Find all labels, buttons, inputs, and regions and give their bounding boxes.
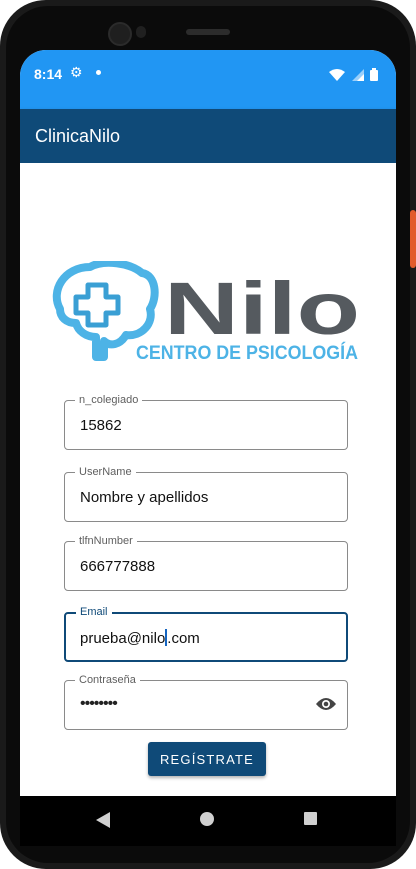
system-nav-bar bbox=[20, 796, 396, 846]
settings-gear-icon: ⚙ bbox=[70, 64, 83, 80]
battery-icon bbox=[370, 68, 378, 82]
status-bar: 8:14 ⚙ bbox=[20, 50, 396, 109]
notification-dot-icon bbox=[96, 70, 101, 75]
front-camera bbox=[108, 22, 132, 46]
home-icon[interactable] bbox=[200, 812, 214, 826]
n-colegiado-value: 15862 bbox=[80, 417, 122, 434]
status-time: 8:14 bbox=[34, 66, 63, 82]
earpiece-speaker bbox=[186, 29, 230, 35]
username-field[interactable]: UserName Nombre y apellidos bbox=[64, 465, 348, 522]
n-colegiado-field[interactable]: n_colegiado 15862 bbox=[64, 393, 348, 450]
email-field[interactable]: Email prueba@nilo .com bbox=[64, 605, 348, 662]
n-colegiado-label: n_colegiado bbox=[75, 393, 143, 407]
recents-icon[interactable] bbox=[304, 812, 317, 825]
app-bar: ClinicaNilo bbox=[20, 109, 396, 163]
nilo-logo: Nilo CENTRO DE PSICOLOGÍA bbox=[52, 261, 360, 361]
password-value: •••••••• bbox=[80, 695, 118, 712]
power-button bbox=[410, 210, 416, 268]
phone-value: 666777888 bbox=[80, 558, 156, 575]
phone-field[interactable]: tlfnNumber 666777888 bbox=[64, 534, 348, 591]
password-field[interactable]: Contraseña •••••••• bbox=[64, 673, 348, 730]
register-form: Nilo CENTRO DE PSICOLOGÍA n_colegiado 15… bbox=[20, 163, 396, 796]
signal-icon bbox=[351, 68, 364, 81]
logo-brand: Nilo bbox=[164, 267, 360, 350]
phone-label: tlfnNumber bbox=[75, 534, 137, 548]
front-sensor bbox=[136, 26, 146, 38]
email-value: prueba@nilo .com bbox=[80, 629, 200, 647]
username-label: UserName bbox=[75, 465, 136, 479]
logo-tagline: CENTRO DE PSICOLOGÍA bbox=[136, 342, 358, 361]
eye-icon[interactable] bbox=[315, 696, 337, 712]
device-frame: 8:14 ⚙ ClinicaNilo Nilo CENTRO DE PSICOL… bbox=[0, 0, 416, 869]
app-title: ClinicaNilo bbox=[35, 126, 121, 146]
username-value: Nombre y apellidos bbox=[80, 489, 209, 506]
email-value-after-cursor: .com bbox=[167, 630, 200, 647]
wifi-icon bbox=[329, 68, 346, 81]
back-icon[interactable] bbox=[96, 812, 110, 828]
screen: 8:14 ⚙ ClinicaNilo Nilo CENTRO DE PSICOL… bbox=[20, 50, 396, 846]
email-value-before-cursor: prueba@nilo bbox=[80, 630, 166, 647]
password-label: Contraseña bbox=[75, 673, 140, 687]
email-label: Email bbox=[76, 605, 112, 619]
system-icons bbox=[327, 66, 378, 84]
register-button[interactable]: REGÍSTRATE bbox=[148, 742, 266, 776]
